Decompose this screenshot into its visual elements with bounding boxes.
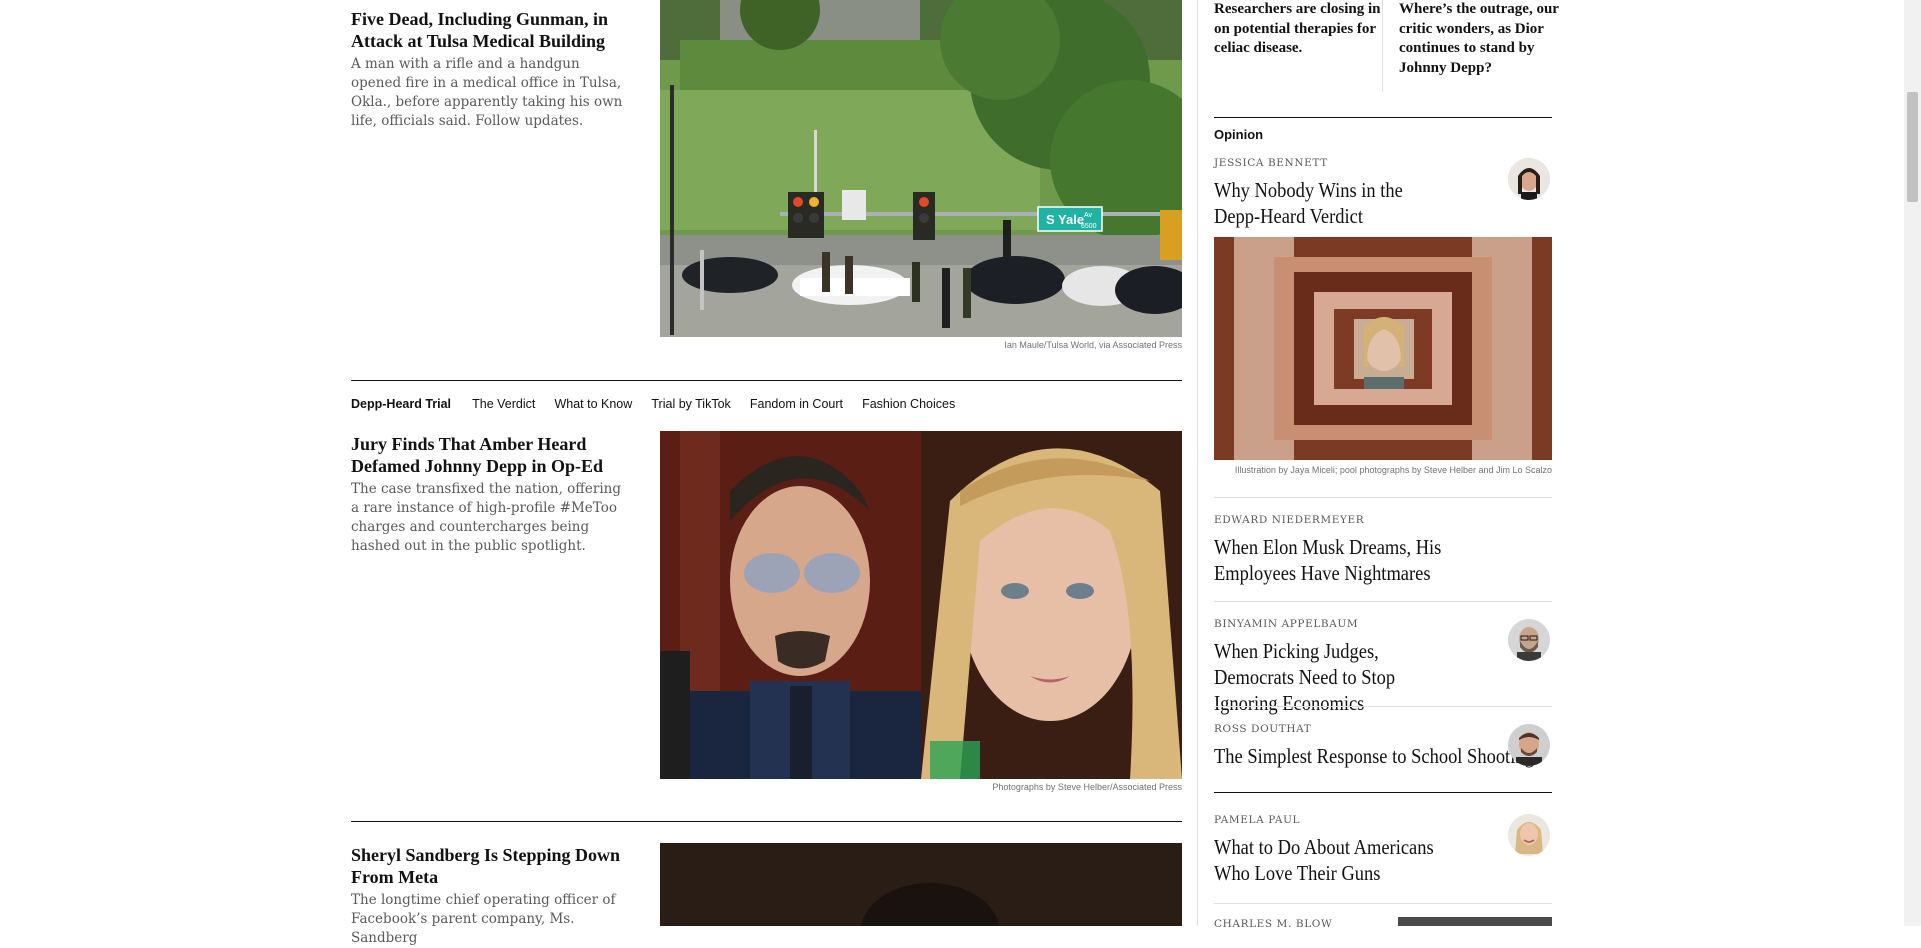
opinion-author-jessica-bennett[interactable]: JESSICA BENNETT	[1214, 157, 1328, 169]
opinion-top-rule	[1214, 117, 1552, 118]
pamela-paul-avatar	[1508, 814, 1550, 856]
ribbon-link-fashion-choices[interactable]: Fashion Choices	[862, 397, 955, 411]
story3-divider	[351, 821, 1182, 822]
opinion-headline-picking-judges[interactable]: When Picking Judges, Democrats Need to S…	[1214, 638, 1460, 716]
ribbon-link-verdict[interactable]: The Verdict	[472, 397, 535, 411]
opinion-author-ross-douthat[interactable]: ROSS DOUTHAT	[1214, 723, 1311, 735]
depp-heard-ribbon: Depp-Heard Trial The Verdict What to Kno…	[351, 393, 1182, 412]
story2-image[interactable]	[660, 431, 1182, 779]
jessica-bennett-avatar	[1508, 158, 1550, 200]
story1-image-credit: Ian Maule/Tulsa World, via Associated Pr…	[1004, 340, 1182, 350]
opinion-divider-2	[1214, 601, 1552, 602]
depp-heard-photo-illustration	[660, 431, 1182, 779]
tulsa-scene-illustration: S Yale Av 6500	[660, 0, 1182, 337]
ribbon-link-what-to-know[interactable]: What to Know	[554, 397, 632, 411]
ribbon-title[interactable]: Depp-Heard Trial	[351, 397, 451, 411]
opinion-headline-americans-guns[interactable]: What to Do About Americans Who Love Thei…	[1214, 834, 1460, 886]
depp-heard-illustration	[1214, 237, 1552, 460]
scrollbar-thumb[interactable]	[1907, 92, 1918, 202]
opinion-headline-depp-heard[interactable]: Why Nobody Wins in the Depp-Heard Verdic…	[1214, 177, 1452, 229]
opinion-author-pamela-paul[interactable]: PAMELA PAUL	[1214, 814, 1300, 826]
street-sign-suffix: Av	[1084, 212, 1093, 219]
story3-summary: The longtime chief operating officer of …	[351, 892, 616, 946]
opinion-feature-image[interactable]	[1214, 237, 1552, 460]
ross-douthat-avatar	[1508, 724, 1550, 766]
opinion-headline-school-shootings[interactable]: The Simplest Response to School Shooting…	[1214, 743, 1541, 769]
story3-headline[interactable]: Sheryl Sandberg Is Stepping Down From Me…	[351, 844, 631, 888]
story1-image[interactable]: S Yale Av 6500	[660, 0, 1182, 337]
street-sign-text: S Yale	[1046, 212, 1084, 227]
top-right-divider	[1382, 0, 1383, 92]
page-scrollbar[interactable]	[1904, 0, 1921, 926]
charles-blow-thumbnail[interactable]	[1398, 917, 1552, 926]
opinion-author-edward-niedermeyer[interactable]: EDWARD NIEDERMEYER	[1214, 514, 1364, 526]
binyamin-appelbaum-avatar	[1508, 619, 1550, 661]
ribbon-link-fandom-in-court[interactable]: Fandom in Court	[750, 397, 843, 411]
column-separator	[1197, 0, 1198, 926]
story2-headline[interactable]: Jury Finds That Amber Heard Defamed John…	[351, 433, 631, 477]
sandberg-photo-illustration	[660, 843, 1182, 926]
street-sign-number: 6500	[1081, 223, 1097, 230]
story1-headline[interactable]: Five Dead, Including Gunman, in Attack a…	[351, 8, 631, 52]
story1-summary: A man with a rifle and a handgun opened …	[351, 56, 623, 129]
opinion-divider-5	[1214, 903, 1552, 904]
ribbon-divider	[351, 380, 1182, 381]
opinion-author-binyamin-appelbaum[interactable]: BINYAMIN APPELBAUM	[1214, 618, 1358, 630]
story2-image-credit: Photographs by Steve Helber/Associated P…	[992, 782, 1182, 792]
opinion-author-charles-blow[interactable]: CHARLES M. BLOW	[1214, 918, 1332, 930]
opinion-section-label[interactable]: Opinion	[1214, 127, 1263, 142]
opinion-headline-elon-musk[interactable]: When Elon Musk Dreams, His Employees Hav…	[1214, 534, 1513, 586]
dior-story-link[interactable]: Where’s the outrage, our critic wonders,…	[1399, 0, 1559, 78]
opinion-divider-1	[1214, 497, 1552, 498]
story2-summary: The case transfixed the nation, offering…	[351, 481, 621, 554]
opinion-feature-credit: Illustration by Jaya Miceli; pool photog…	[1234, 465, 1552, 475]
opinion-divider-3	[1214, 706, 1552, 707]
opinion-divider-4	[1214, 792, 1552, 793]
story3-image[interactable]	[660, 843, 1182, 926]
celiac-story-link[interactable]: Researchers are closing in on potential …	[1214, 0, 1384, 59]
ribbon-link-trial-by-tiktok[interactable]: Trial by TikTok	[651, 397, 730, 411]
